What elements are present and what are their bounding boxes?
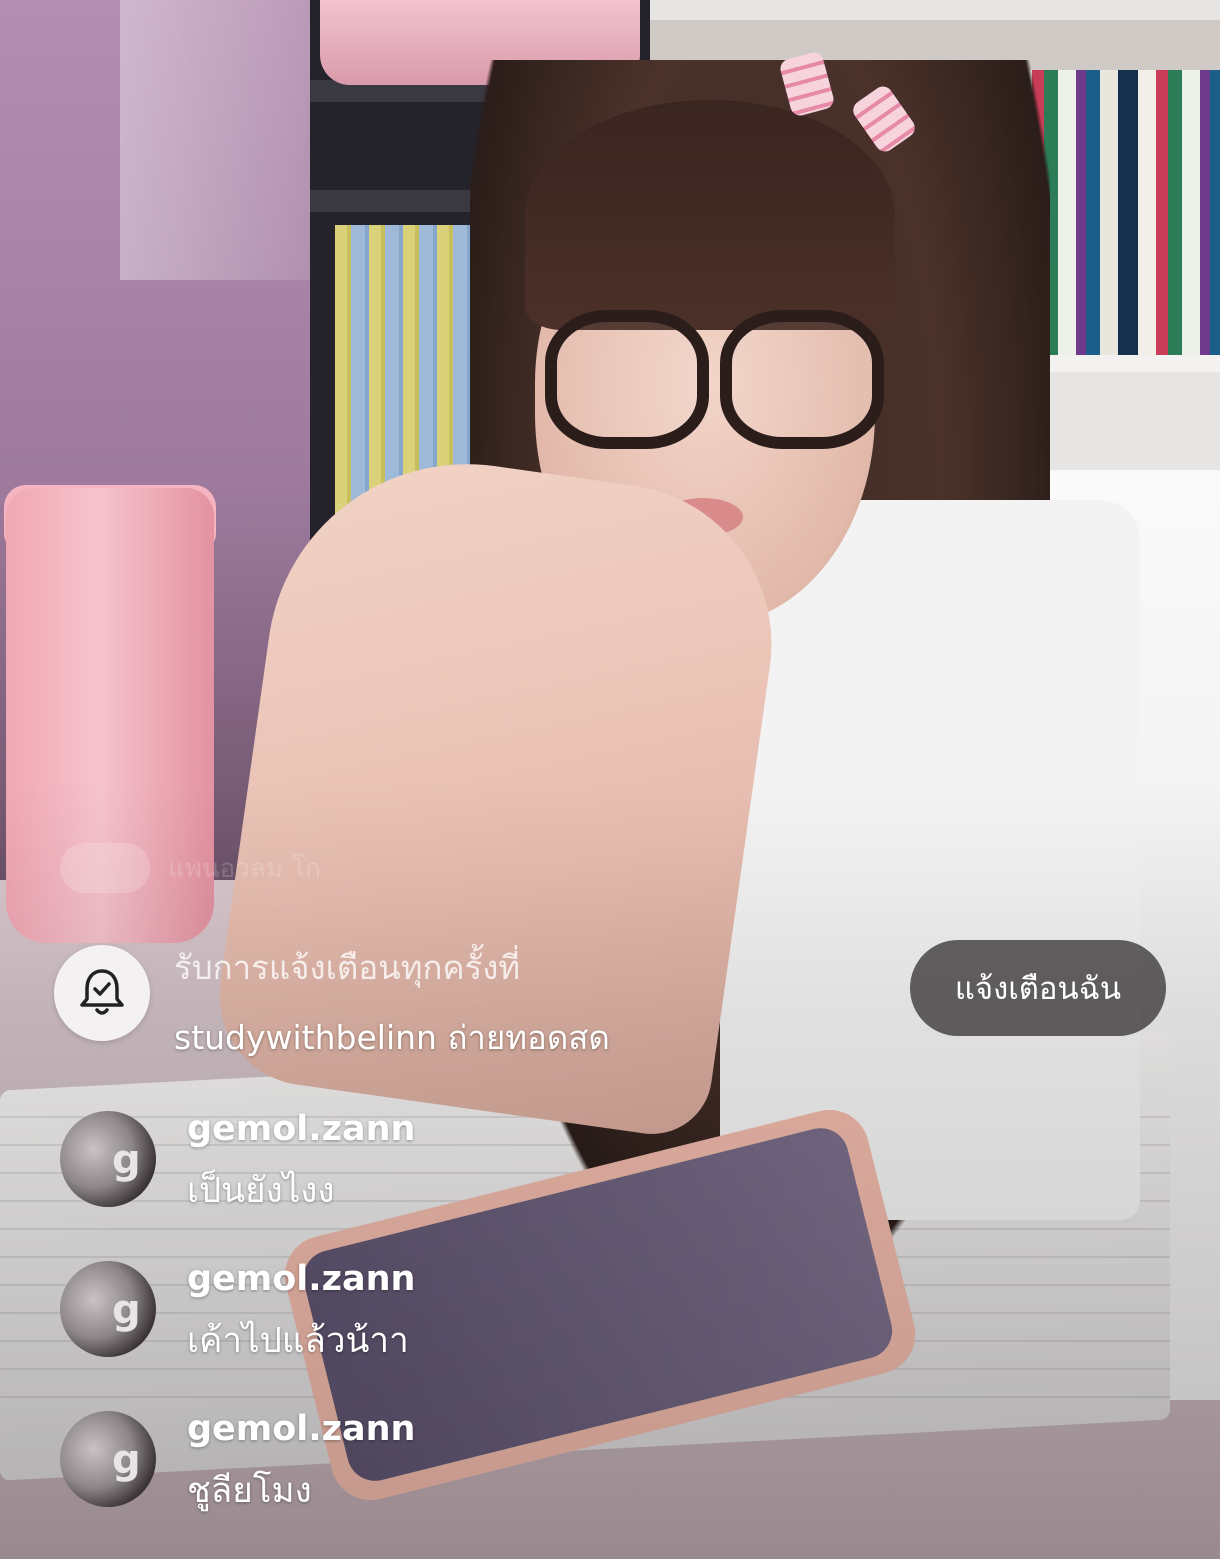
- live-notification-prompt: รับการแจ้งเตือนทุกครั้งที่ studywithbeli…: [54, 935, 1169, 1057]
- fading-comment-text: แพนอวลม โก: [168, 853, 321, 884]
- bell-check-icon: [54, 945, 150, 1041]
- comment-username[interactable]: gemol.zann: [187, 1259, 415, 1299]
- fading-comment: แพนอวลม โก: [60, 838, 321, 898]
- comment-text: ชูลียโมง: [187, 1471, 312, 1511]
- live-comments-list: g gemol.zann เป็นยังไงง g gemol.zann เค้…: [60, 1105, 960, 1555]
- notify-me-button[interactable]: แจ้งเตือนฉัน: [910, 940, 1166, 1036]
- comment-text: เค้าไปแล้วน้าา: [187, 1321, 409, 1361]
- avatar[interactable]: g: [60, 1111, 156, 1207]
- curtain: [120, 0, 320, 280]
- comment-username[interactable]: gemol.zann: [187, 1409, 415, 1449]
- comment-item[interactable]: g gemol.zann เป็นยังไงง: [60, 1105, 960, 1255]
- comment-item[interactable]: g gemol.zann ชูลียโมง: [60, 1405, 960, 1555]
- notification-text-line2: studywithbelinn ถ่ายทอดสด: [174, 1018, 610, 1057]
- comment-text: เป็นยังไงง: [187, 1171, 335, 1211]
- glasses: [505, 270, 895, 449]
- notification-text-line1: รับการแจ้งเตือนทุกครั้งที่: [174, 948, 521, 987]
- fading-comment-avatar: [60, 843, 150, 893]
- comment-username[interactable]: gemol.zann: [187, 1109, 415, 1149]
- avatar[interactable]: g: [60, 1261, 156, 1357]
- comment-item[interactable]: g gemol.zann เค้าไปแล้วน้าา: [60, 1255, 960, 1405]
- avatar[interactable]: g: [60, 1411, 156, 1507]
